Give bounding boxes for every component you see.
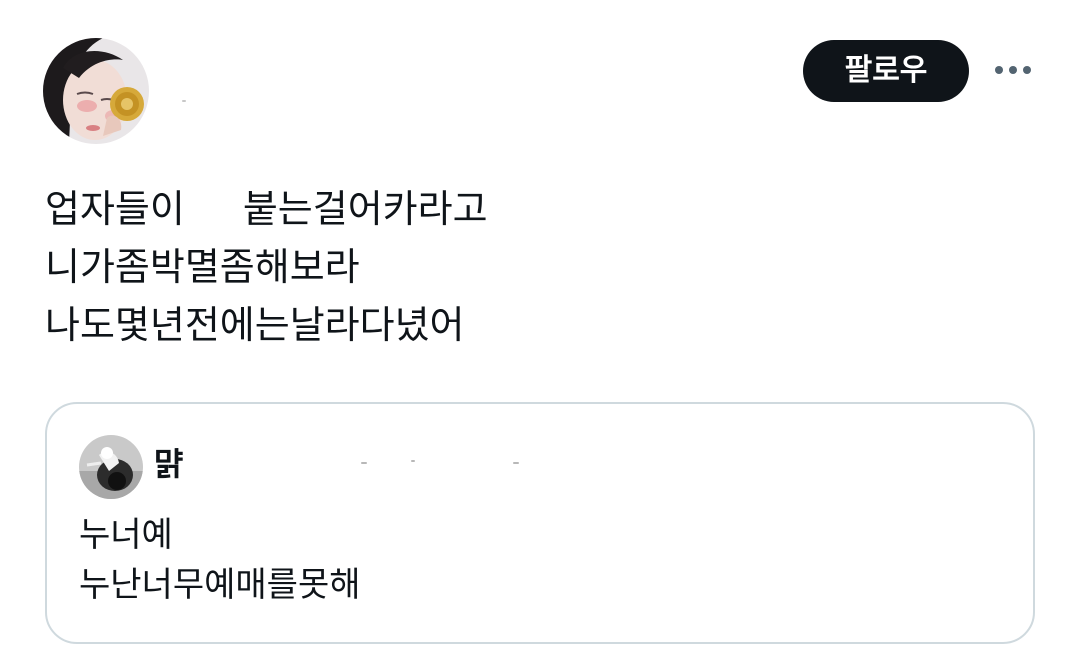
quoted-handle-redacted (207, 448, 707, 478)
post-text-line: 니가좀박멸좀해보라 (45, 245, 360, 289)
quoted-text-line: 누난너무예매를못해 (79, 565, 361, 605)
author-name-redacted (170, 58, 430, 98)
post-text-line: 나도몇년전에는날라다녔어 (45, 303, 465, 347)
more-horizontal-icon (995, 66, 1031, 74)
redaction-speck (513, 462, 519, 464)
post-text: 업자들이 붙는걸어카라고 니가좀박멸좀해보라 나도몇년전에는날라다녔어 (45, 180, 488, 354)
text-redaction (184, 191, 243, 232)
quoted-author-avatar (79, 435, 143, 499)
avatar-photo (43, 38, 149, 144)
post-text-line: 업자들이 붙는걸어카라고 (45, 180, 488, 238)
redaction-speck (411, 460, 415, 462)
post-text-segment: 업자들이 (45, 187, 185, 231)
quoted-author-name: 먉 (154, 445, 184, 483)
post-text-segment: 붙는걸어카라고 (242, 187, 488, 231)
quoted-post-text: 누너예 누난너무예매를못해 (79, 510, 361, 610)
author-avatar[interactable] (43, 38, 149, 144)
quoted-text-line: 누너예 (79, 515, 173, 555)
redaction-speck (182, 100, 186, 102)
follow-button[interactable]: 팔로우 (803, 40, 969, 102)
avatar-photo (79, 435, 143, 499)
more-options-button[interactable] (988, 52, 1038, 88)
quoted-post-card[interactable]: 먉 누너예 누난너무예매를못해 (45, 402, 1035, 644)
redaction-speck (361, 462, 367, 464)
